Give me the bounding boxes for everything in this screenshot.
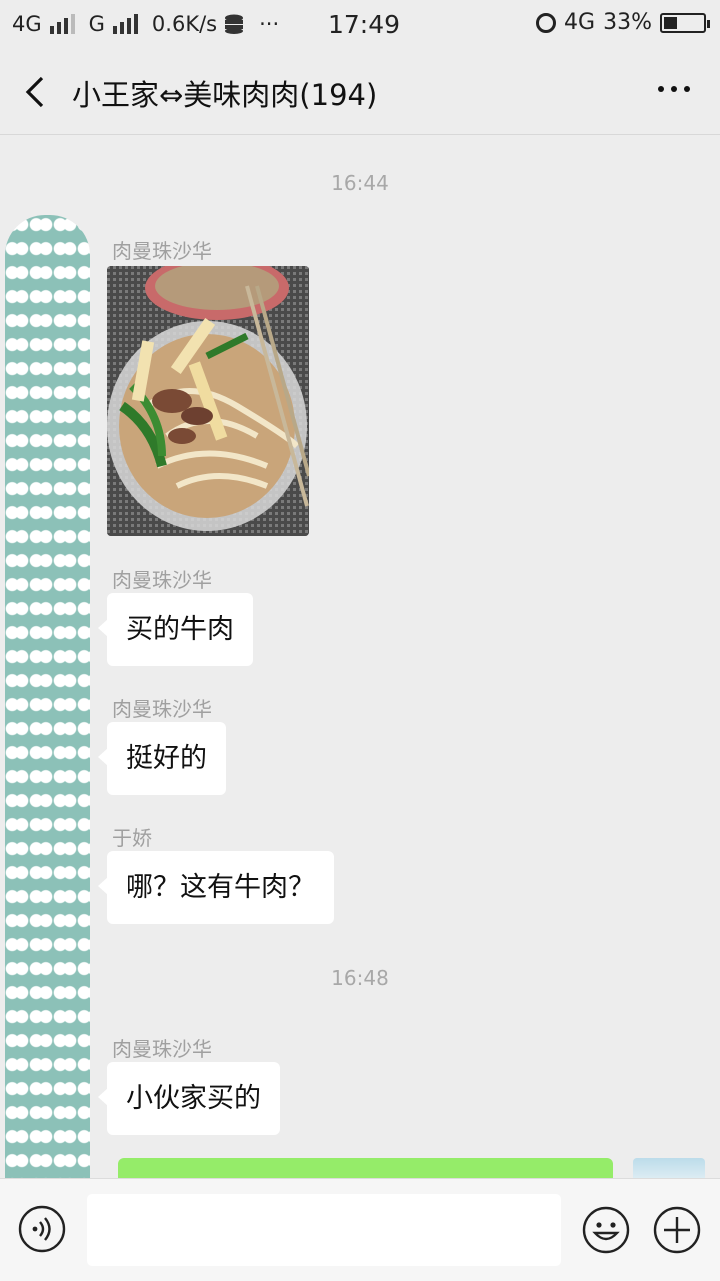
text-bubble[interactable]: 买的牛肉 — [98, 593, 253, 666]
timestamp: 16:48 — [331, 966, 389, 990]
sender-name: 于娇 — [112, 826, 152, 850]
noodle-photo — [107, 266, 309, 536]
text-bubble[interactable]: 哪？这有牛肉？ — [98, 851, 334, 924]
status-dots: ··· — [259, 12, 280, 36]
message-input[interactable] — [87, 1194, 561, 1266]
sender-name: 肉曼珠沙华 — [112, 1037, 212, 1061]
signal-icon — [112, 14, 138, 34]
timestamp: 16:44 — [331, 171, 389, 195]
message-list[interactable]: 16:44 肉曼珠沙华 肉曼珠沙华 买的牛肉 肉曼珠沙华 挺好的 于娇 哪？这有… — [0, 135, 720, 1178]
emoji-icon[interactable] — [581, 1205, 631, 1255]
status-bar: 4G G 0.6K/s ··· 17:49 4G 33% — [0, 0, 720, 50]
input-bar — [0, 1178, 720, 1281]
more-icon[interactable] — [658, 86, 690, 92]
back-icon[interactable] — [22, 74, 52, 110]
status-left: 4G G 0.6K/s ··· — [12, 12, 279, 36]
network-label-2: G — [88, 12, 105, 36]
battery-text: 33% — [603, 10, 652, 35]
sender-name: 肉曼珠沙华 — [112, 697, 212, 721]
photo-message[interactable] — [107, 266, 309, 536]
chat-title: 小王家⇔美味肉肉(194) — [72, 78, 378, 112]
self-avatar[interactable] — [633, 1158, 705, 1178]
chat-header: 小王家⇔美味肉肉(194) — [0, 50, 720, 135]
battery-fill — [664, 16, 677, 29]
avatar[interactable] — [5, 215, 90, 1178]
signal-icon — [49, 14, 75, 34]
database-icon — [225, 14, 244, 34]
self-message-bubble[interactable] — [118, 1158, 613, 1178]
alarm-icon — [536, 12, 557, 33]
status-right: 4G 33% — [536, 10, 710, 35]
voice-icon[interactable] — [18, 1205, 66, 1253]
sender-name: 肉曼珠沙华 — [112, 239, 212, 263]
clock: 17:49 — [328, 10, 401, 39]
sender-name: 肉曼珠沙华 — [112, 568, 212, 592]
battery-icon — [660, 12, 710, 33]
network-label: 4G — [12, 12, 42, 36]
net-speed: 0.6K/s — [151, 12, 218, 36]
text-bubble[interactable]: 小伙家买的 — [98, 1062, 280, 1135]
text-bubble[interactable]: 挺好的 — [98, 722, 226, 795]
network-label-3: 4G — [564, 10, 596, 35]
plus-icon[interactable] — [652, 1205, 702, 1255]
